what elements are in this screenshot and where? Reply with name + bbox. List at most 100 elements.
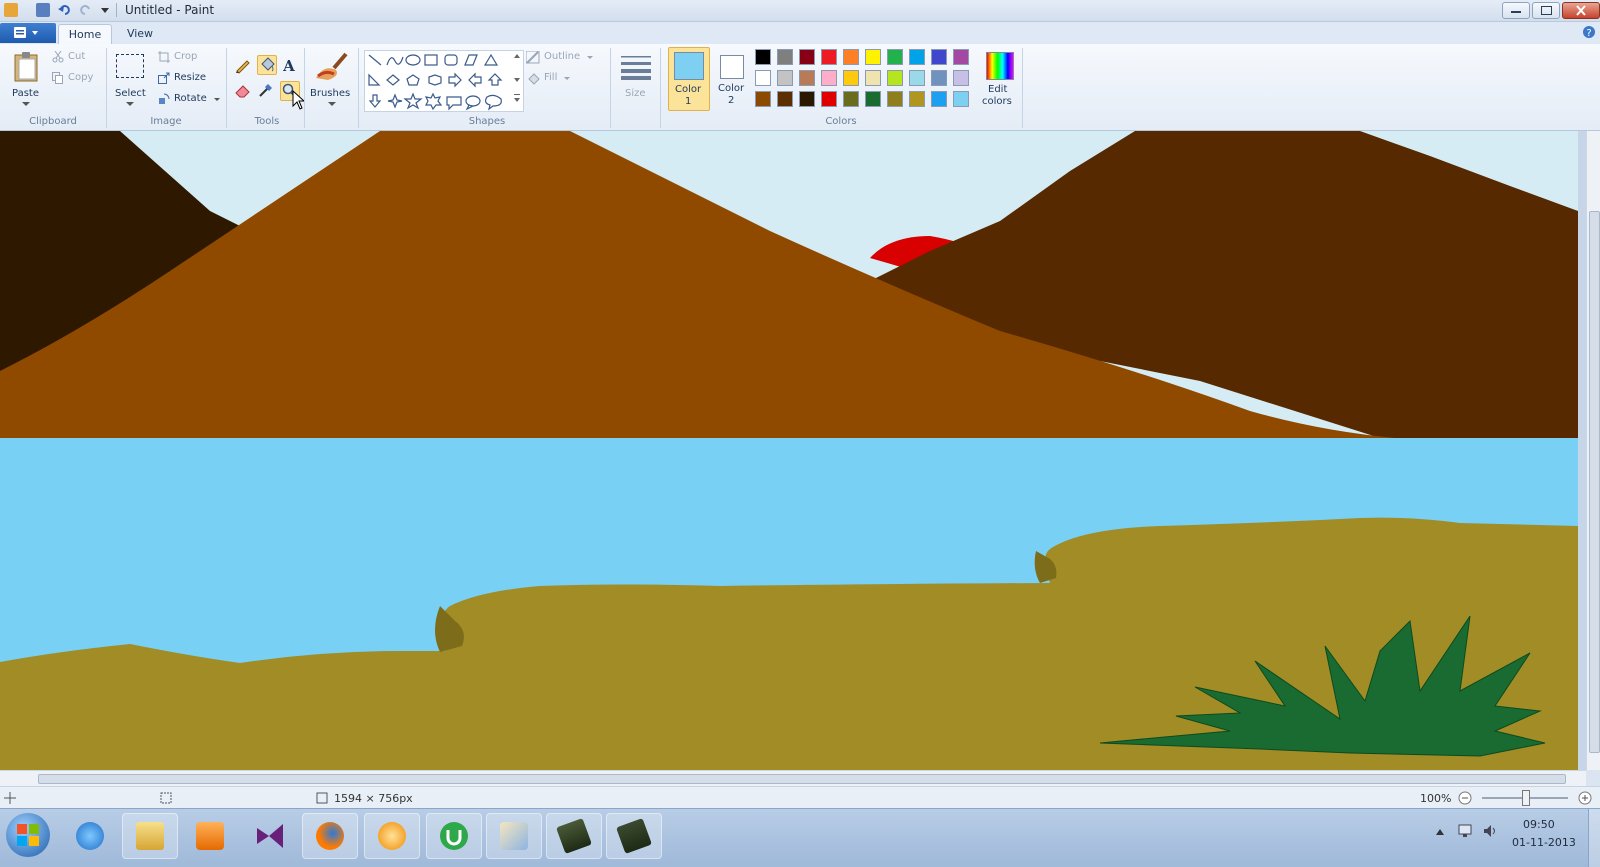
color-picker-icon[interactable]: [257, 81, 275, 99]
color1-button[interactable]: Color 1: [668, 47, 710, 111]
palette-swatch[interactable]: [821, 91, 837, 107]
taskbar-firefox-button[interactable]: [302, 813, 358, 859]
network-icon[interactable]: [1458, 823, 1474, 839]
palette-swatch[interactable]: [843, 91, 859, 107]
taskbar-vs-button[interactable]: [242, 813, 298, 859]
zoom-slider-thumb[interactable]: [1522, 790, 1530, 806]
taskbar-ie-button[interactable]: [62, 813, 118, 859]
internet-explorer-icon: [76, 822, 104, 850]
select-button[interactable]: Select: [112, 50, 148, 108]
drawing-canvas[interactable]: [0, 131, 1586, 770]
zoom-in-icon[interactable]: [1578, 791, 1592, 805]
paint-app-icon[interactable]: [4, 3, 18, 17]
resize-button[interactable]: Resize: [158, 71, 218, 87]
shapes-gallery[interactable]: [364, 50, 524, 112]
palette-swatch[interactable]: [865, 70, 881, 86]
brushes-button[interactable]: Brushes: [310, 48, 354, 108]
palette-swatch[interactable]: [821, 49, 837, 65]
resize-icon: [158, 72, 170, 84]
eraser-icon[interactable]: [234, 81, 252, 99]
size-button[interactable]: Size: [618, 48, 654, 108]
palette-swatch[interactable]: [843, 49, 859, 65]
palette-swatch[interactable]: [755, 49, 771, 65]
paste-button[interactable]: Paste: [8, 50, 44, 108]
start-button[interactable]: [6, 813, 50, 857]
tab-view[interactable]: View: [122, 24, 158, 43]
show-desktop-button[interactable]: [1588, 809, 1600, 867]
restore-button[interactable]: [1532, 2, 1560, 19]
palette-swatch[interactable]: [931, 91, 947, 107]
color-wheel-icon: [986, 52, 1014, 80]
horizontal-scroll-thumb[interactable]: [38, 774, 1566, 784]
palette-swatch[interactable]: [821, 70, 837, 86]
vertical-scrollbar[interactable]: [1586, 131, 1600, 770]
palette-swatch[interactable]: [953, 49, 969, 65]
palette-swatch[interactable]: [953, 91, 969, 107]
close-button[interactable]: [1562, 2, 1600, 19]
palette-swatch[interactable]: [843, 70, 859, 86]
show-hidden-icons[interactable]: [1436, 829, 1444, 835]
rotate-button[interactable]: Rotate: [158, 92, 222, 108]
palette-swatch[interactable]: [887, 49, 903, 65]
resize-label: Resize: [174, 72, 207, 83]
fill-bucket-icon[interactable]: [257, 55, 277, 75]
palette-swatch[interactable]: [777, 49, 793, 65]
color2-button[interactable]: Color 2: [712, 47, 752, 109]
shapes-gallery-icons: [368, 53, 503, 111]
line-size-icon: [621, 56, 651, 80]
taskbar-app-button[interactable]: [546, 813, 602, 859]
palette-swatch[interactable]: [909, 91, 925, 107]
minimize-button[interactable]: [1502, 2, 1530, 19]
taskbar-media-center-button[interactable]: [364, 813, 420, 859]
palette-swatch[interactable]: [865, 91, 881, 107]
palette-swatch[interactable]: [887, 70, 903, 86]
volume-icon[interactable]: [1482, 823, 1498, 839]
palette-swatch[interactable]: [887, 91, 903, 107]
palette-swatch[interactable]: [931, 70, 947, 86]
palette-swatch[interactable]: [909, 70, 925, 86]
undo-icon[interactable]: [58, 3, 72, 17]
palette-swatch[interactable]: [755, 70, 771, 86]
taskbar-explorer-button[interactable]: [122, 813, 178, 859]
edit-colors-button[interactable]: Edit colors: [980, 48, 1018, 110]
palette-swatch[interactable]: [799, 70, 815, 86]
text-tool-icon[interactable]: A: [280, 56, 298, 74]
cut-button[interactable]: Cut: [52, 50, 102, 66]
taskbar-utorrent-button[interactable]: [426, 813, 482, 859]
palette-swatch[interactable]: [799, 49, 815, 65]
fill-button[interactable]: Fill: [526, 71, 576, 87]
canvas-area[interactable]: [0, 131, 1586, 770]
outline-button[interactable]: Outline: [526, 50, 596, 66]
customize-qat-icon[interactable]: [98, 3, 112, 17]
ribbon: Paste Cut Copy Clipboard Select Crop Res…: [0, 44, 1600, 131]
utorrent-glyph-icon: [446, 830, 462, 846]
palette-swatch[interactable]: [953, 70, 969, 86]
zoom-out-icon[interactable]: [1458, 791, 1472, 805]
crop-button[interactable]: Crop: [158, 50, 218, 66]
taskbar-app2-button[interactable]: [606, 813, 662, 859]
palette-swatch[interactable]: [799, 91, 815, 107]
redo-icon[interactable]: [78, 3, 92, 17]
shapes-scroll-icon[interactable]: [512, 52, 522, 108]
paint-menu-button[interactable]: [0, 23, 56, 43]
palette-swatch[interactable]: [777, 91, 793, 107]
copy-button[interactable]: Copy: [52, 71, 102, 87]
palette-swatch[interactable]: [865, 49, 881, 65]
horizontal-scrollbar[interactable]: [0, 770, 1586, 787]
tab-home[interactable]: Home: [58, 24, 112, 44]
color1-swatch: [674, 52, 704, 80]
clock-time[interactable]: 09:50: [1523, 818, 1555, 831]
palette-swatch[interactable]: [931, 49, 947, 65]
vertical-scroll-thumb[interactable]: [1589, 211, 1600, 753]
palette-swatch[interactable]: [909, 49, 925, 65]
clock-date[interactable]: 01-11-2013: [1512, 836, 1576, 849]
palette-swatch[interactable]: [777, 70, 793, 86]
taskbar-paint-button[interactable]: [486, 813, 542, 859]
palette-swatch[interactable]: [755, 91, 771, 107]
windows-logo-icon: [17, 824, 39, 846]
help-icon[interactable]: ?: [1582, 25, 1596, 39]
save-icon[interactable]: [36, 3, 50, 17]
crop-icon: [158, 51, 170, 63]
taskbar-media-button[interactable]: [182, 813, 238, 859]
pencil-icon[interactable]: [234, 56, 252, 74]
